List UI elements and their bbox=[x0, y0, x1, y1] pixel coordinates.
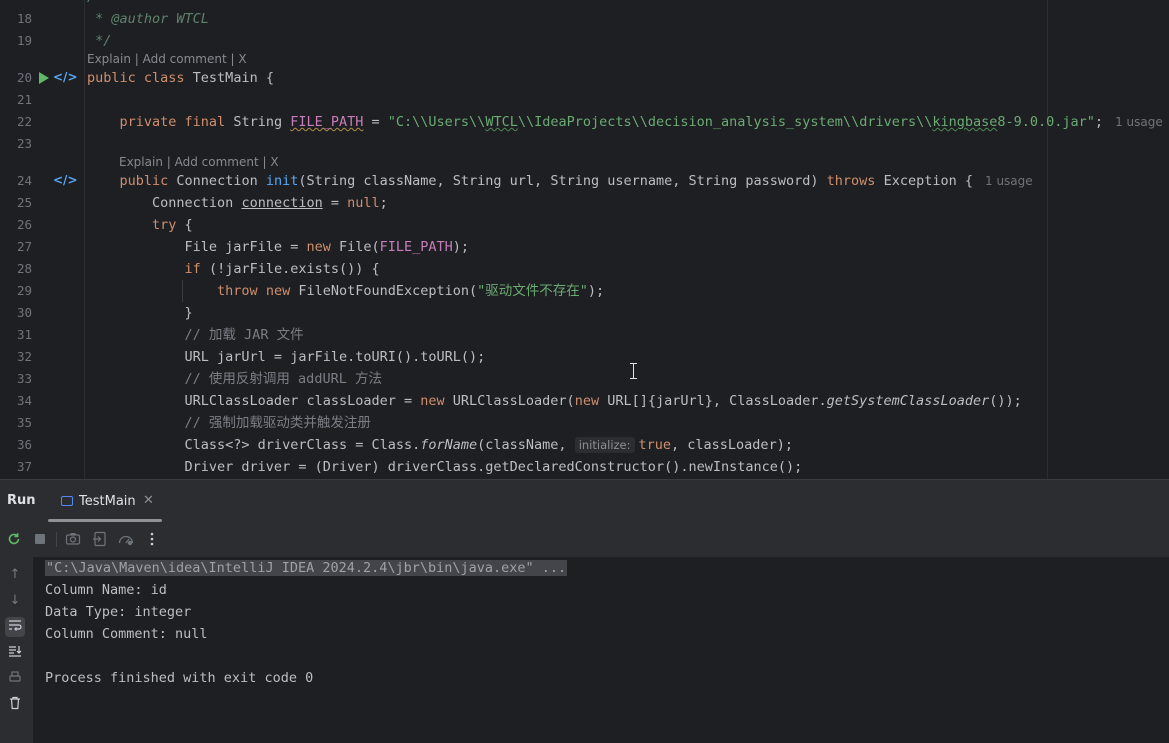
code-line: Connection connection = null; bbox=[87, 195, 388, 211]
line-number: 36 bbox=[16, 437, 32, 452]
code-line: Driver driver = (Driver) driverClass.get… bbox=[87, 459, 803, 475]
line-number: 20 bbox=[16, 70, 32, 85]
console-line: Data Type: integer bbox=[45, 604, 192, 620]
code-line: // 强制加载驱动类并触发注册 bbox=[184, 415, 371, 431]
soft-wrap-icon[interactable] bbox=[5, 617, 25, 637]
line-number: 19 bbox=[16, 33, 32, 48]
print-icon[interactable] bbox=[5, 669, 25, 689]
code-line: */ bbox=[87, 33, 112, 49]
line-number: 28 bbox=[16, 261, 32, 276]
code-line: URLClassLoader classLoader = new URLClas… bbox=[87, 393, 1022, 409]
line-number: 29 bbox=[16, 283, 32, 298]
stop-icon[interactable] bbox=[31, 530, 49, 548]
code-line: * @author WTCL bbox=[87, 11, 209, 27]
line-number: 30 bbox=[16, 305, 32, 320]
line-number: 34 bbox=[16, 393, 32, 408]
close-icon[interactable]: ✕ bbox=[143, 493, 154, 508]
console-line: Column Name: id bbox=[45, 582, 167, 598]
console-side-toolbar: ↑ ↓ bbox=[0, 557, 33, 743]
code-line: public Connection init(String className,… bbox=[119, 173, 1033, 189]
line-number: 26 bbox=[16, 217, 32, 232]
console-line: Column Comment: null bbox=[45, 626, 208, 642]
more-vertical-icon[interactable] bbox=[143, 530, 161, 548]
line-number: 25 bbox=[16, 195, 32, 210]
right-margin-guide bbox=[1047, 0, 1048, 479]
line-number: 21 bbox=[16, 92, 32, 107]
code-line: } bbox=[87, 305, 193, 321]
line-number: 37 bbox=[16, 459, 32, 474]
line-number: 31 bbox=[16, 327, 32, 342]
gauge-icon[interactable] bbox=[117, 530, 135, 548]
application-icon bbox=[61, 496, 73, 506]
line-number: 32 bbox=[16, 349, 32, 364]
run-toolbar bbox=[0, 522, 1169, 557]
gutter-separator bbox=[84, 0, 85, 479]
trash-icon[interactable] bbox=[5, 695, 25, 715]
code-line: throw new FileNotFoundException("驱动文件不存在… bbox=[217, 283, 605, 299]
rerun-icon[interactable] bbox=[5, 530, 23, 548]
code-line: private final String FILE_PATH = "C:\\Us… bbox=[119, 114, 1163, 130]
console-line: Process finished with exit code 0 bbox=[45, 670, 314, 686]
run-tool-window-header: Run TestMain ✕ bbox=[0, 479, 1169, 522]
scroll-to-end-icon[interactable] bbox=[5, 643, 25, 663]
implement-gutter-icon[interactable]: </> bbox=[53, 70, 78, 84]
code-line: // 使用反射调用 addURL 方法 bbox=[184, 371, 382, 387]
code-line: // 加载 JAR 文件 bbox=[184, 327, 304, 343]
line-number: 35 bbox=[16, 415, 32, 430]
code-line: public class TestMain { bbox=[87, 70, 274, 86]
run-console-output[interactable]: "C:\Java\Maven\idea\IntelliJ IDEA 2024.2… bbox=[33, 557, 1169, 743]
line-number: 22 bbox=[16, 114, 32, 129]
code-line: Class<?> driverClass = Class.forName(cla… bbox=[87, 437, 793, 453]
line-number: 24 bbox=[16, 173, 32, 188]
implement-gutter-icon[interactable]: </> bbox=[53, 173, 78, 187]
exit-icon[interactable] bbox=[91, 530, 109, 548]
code-vision-hint[interactable]: Explain | Add comment | X bbox=[119, 153, 279, 171]
camera-icon[interactable] bbox=[64, 530, 82, 548]
console-line: "C:\Java\Maven\idea\IntelliJ IDEA 2024.2… bbox=[45, 557, 568, 579]
console-command-line[interactable]: "C:\Java\Maven\idea\IntelliJ IDEA 2024.2… bbox=[45, 560, 568, 576]
code-line: try { bbox=[152, 217, 193, 233]
run-tab-label: TestMain bbox=[79, 494, 136, 509]
toolbar-separator bbox=[56, 532, 57, 547]
code-editor[interactable]: / 18 19 20 21 22 23 24 25 26 27 28 29 30… bbox=[0, 0, 1169, 479]
line-number: 33 bbox=[16, 371, 32, 386]
line-number: 18 bbox=[16, 11, 32, 26]
run-panel-title: Run bbox=[7, 493, 36, 508]
code-line-partial: / bbox=[87, 0, 95, 8]
run-gutter-icon[interactable] bbox=[39, 72, 49, 84]
arrow-down-icon[interactable]: ↓ bbox=[5, 591, 25, 611]
code-line: URL jarUrl = jarFile.toURI().toURL(); bbox=[87, 349, 486, 365]
line-number: 27 bbox=[16, 239, 32, 254]
arrow-up-icon[interactable]: ↑ bbox=[5, 565, 25, 585]
code-vision-hint[interactable]: Explain | Add comment | X bbox=[87, 50, 247, 68]
run-tab-testmain[interactable]: TestMain ✕ bbox=[48, 480, 162, 523]
mouse-text-cursor bbox=[630, 363, 637, 379]
line-number: 23 bbox=[16, 136, 32, 151]
code-line: if (!jarFile.exists()) { bbox=[184, 261, 380, 277]
code-line: File jarFile = new File(FILE_PATH); bbox=[87, 239, 470, 255]
